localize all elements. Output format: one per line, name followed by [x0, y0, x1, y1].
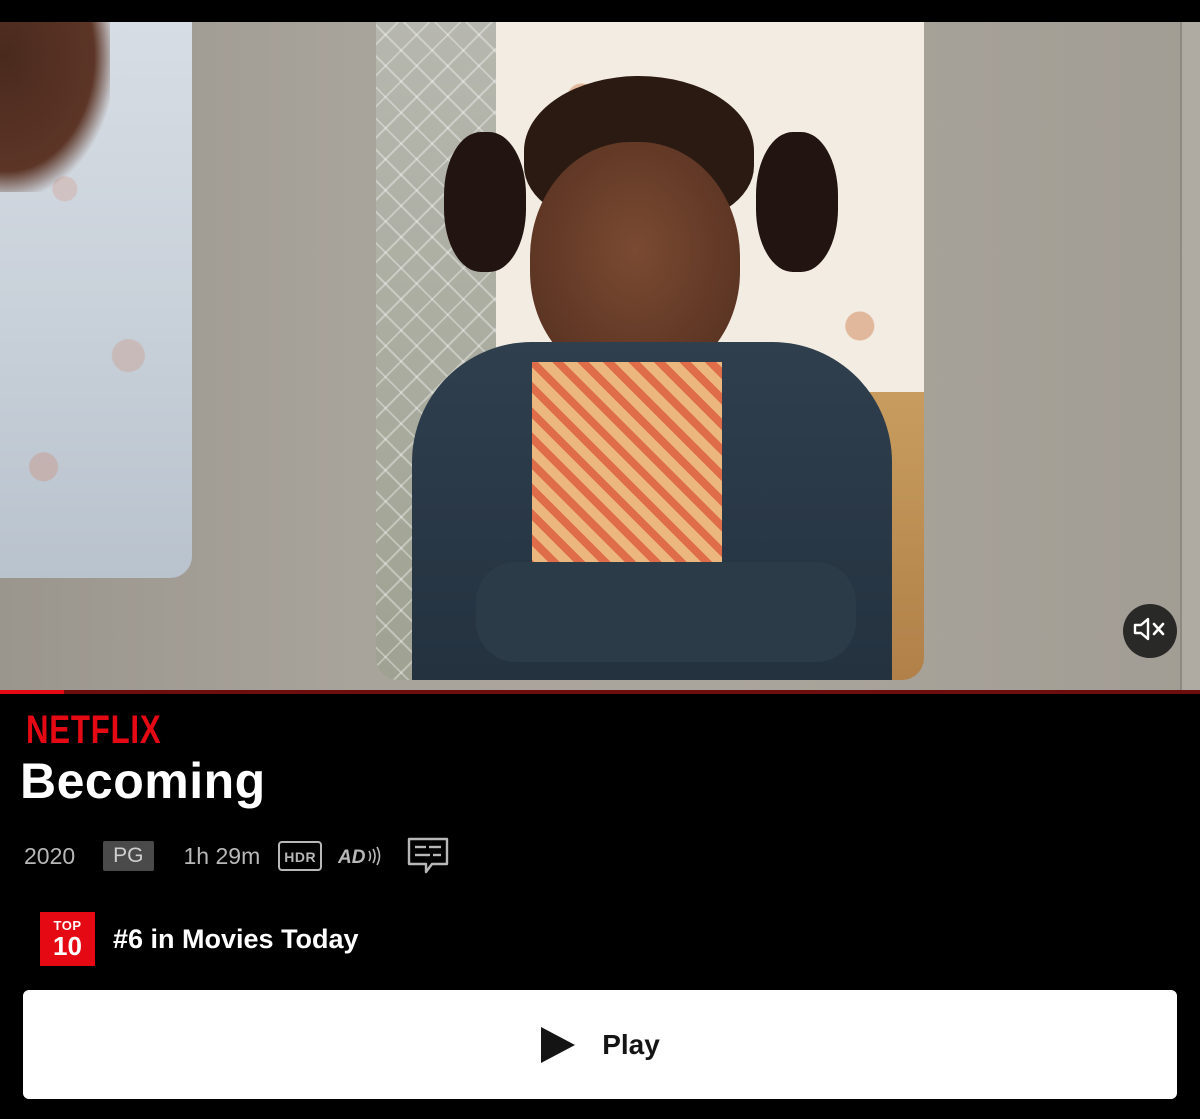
subtitles-icon	[406, 836, 450, 876]
title-detail-page: NETFLIX Becoming 2020 PG 1h 29m HDR AD T…	[0, 0, 1200, 1119]
play-button[interactable]: Play	[23, 990, 1177, 1099]
maturity-rating-badge: PG	[103, 841, 154, 871]
page-title: Becoming	[20, 753, 266, 809]
mute-toggle-button[interactable]	[1123, 604, 1177, 658]
top10-badge-icon: TOP 10	[40, 912, 95, 966]
main-photo	[376, 22, 924, 680]
video-progress-fill	[0, 690, 64, 694]
top10-rank-text: #6 in Movies Today	[113, 923, 359, 954]
release-year: 2020	[24, 842, 76, 869]
runtime: 1h 29m	[183, 842, 261, 869]
top10-ranking: TOP 10 #6 in Movies Today	[40, 912, 359, 966]
play-icon	[540, 1026, 576, 1064]
play-button-label: Play	[602, 1028, 660, 1060]
hdr-badge: HDR	[278, 841, 323, 871]
left-photo	[0, 22, 192, 578]
volume-muted-icon	[1133, 616, 1167, 646]
video-progress-bar	[0, 690, 1200, 694]
netflix-logo: NETFLIX	[26, 708, 162, 752]
svg-text:AD: AD	[338, 847, 366, 867]
right-photo-edge	[1180, 22, 1200, 692]
video-preview[interactable]	[0, 0, 1200, 692]
metadata-row: 2020 PG 1h 29m HDR AD	[24, 834, 450, 878]
audio-description-icon: AD	[338, 845, 386, 867]
